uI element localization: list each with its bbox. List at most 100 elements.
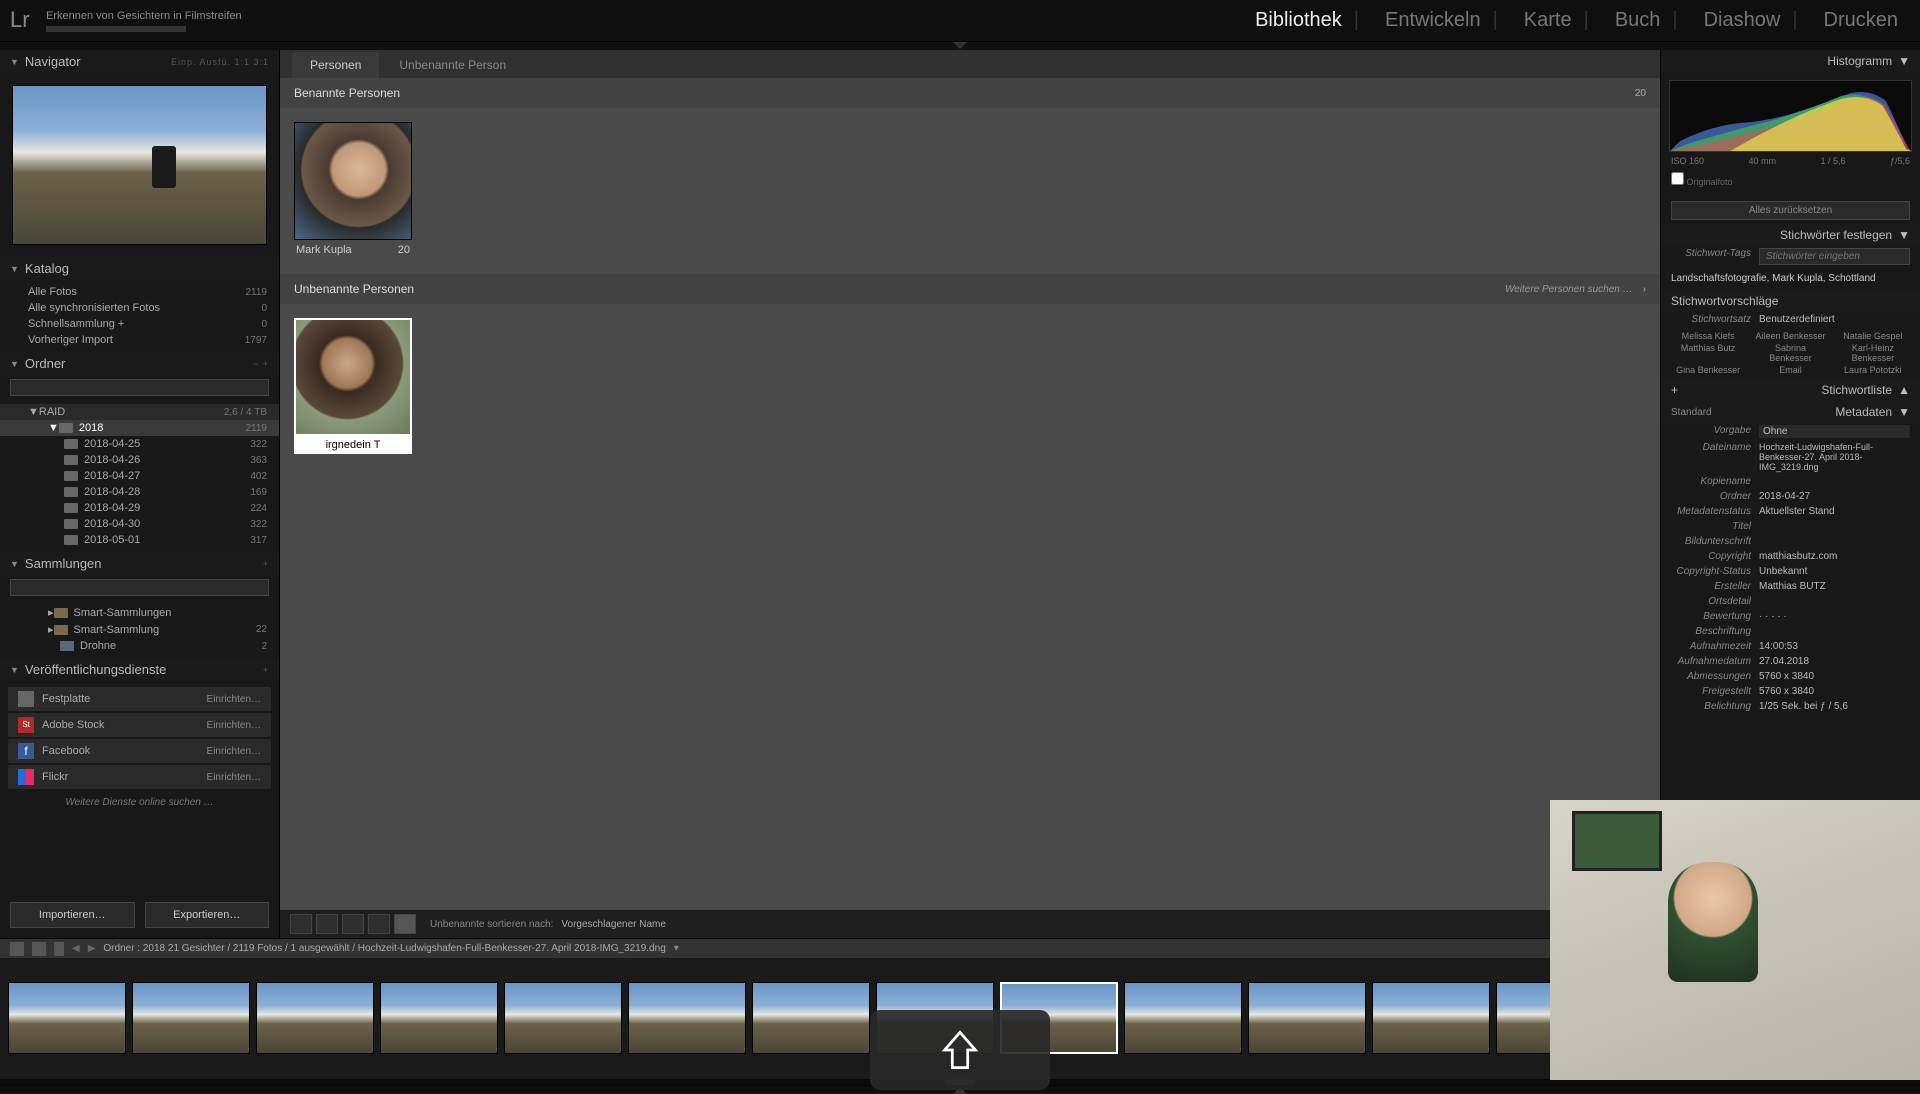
module-library[interactable]: Bibliothek (1243, 5, 1371, 36)
filmstrip-thumb[interactable] (1248, 982, 1366, 1054)
center-area: Personen Unbenannte Person Benannte Pers… (280, 50, 1660, 938)
catalog-prev-import[interactable]: Vorheriger Import1797 (0, 332, 279, 348)
publish-harddrive[interactable]: FestplatteEinrichten… (8, 687, 271, 711)
folder-2018[interactable]: ▼ 20182119 (0, 420, 279, 436)
face-name-input[interactable] (294, 436, 412, 454)
export-button[interactable]: Exportieren… (145, 902, 270, 928)
folder-add-icon[interactable]: − + (253, 359, 269, 369)
filmstrip-thumb[interactable] (628, 982, 746, 1054)
module-map[interactable]: Karte (1512, 5, 1601, 36)
histogram-header[interactable]: Histogramm▼ (1661, 50, 1920, 72)
histogram[interactable] (1669, 80, 1912, 152)
folder-filter[interactable] (0, 375, 279, 400)
main-window-icon[interactable] (10, 942, 24, 956)
disclosure-icon: ▼ (10, 57, 19, 67)
module-develop[interactable]: Entwickeln (1373, 5, 1510, 36)
tab-people[interactable]: Personen (292, 52, 379, 78)
filmstrip-thumb[interactable] (752, 982, 870, 1054)
module-slideshow[interactable]: Diashow (1692, 5, 1810, 36)
face-thumbnail (294, 122, 412, 240)
navigator-header[interactable]: ▼ Navigator Einp. Ausfü. 1:1 3:1 (0, 50, 279, 73)
reset-button[interactable]: Alles zurücksetzen (1671, 201, 1910, 220)
compare-view-icon[interactable] (342, 914, 364, 934)
catalog-all-photos[interactable]: Alle Fotos2119 (0, 284, 279, 300)
publish-adobestock[interactable]: StAdobe StockEinrichten… (8, 713, 271, 737)
folder-item[interactable]: 2018-05-01317 (0, 532, 279, 548)
breadcrumb-text[interactable]: Ordner : 2018 21 Gesichter / 2119 Fotos … (103, 943, 665, 954)
collection-item[interactable]: ▸ Smart-Sammlungen (0, 604, 279, 621)
folder-item[interactable]: 2018-04-25322 (0, 436, 279, 452)
keyword-suggestions[interactable]: Melissa KiefsAileen BenkesserNatalie Ges… (1661, 327, 1920, 379)
metadata-header[interactable]: StandardMetadaten▼ (1661, 401, 1920, 423)
folder-item[interactable]: 2018-04-26363 (0, 452, 279, 468)
named-people-header[interactable]: Benannte Personen 20 (280, 78, 1660, 108)
catalog-header[interactable]: ▼Katalog (0, 257, 279, 280)
people-view-icon[interactable] (394, 914, 416, 934)
grid-icon[interactable] (54, 942, 64, 956)
catalog-quick[interactable]: Schnellsammlung +0 (0, 316, 279, 332)
filmstrip-thumb[interactable] (1372, 982, 1490, 1054)
flickr-icon (18, 769, 34, 785)
metadata-list: VorgabeOhne DateinameHochzeit-Ludwigshaf… (1661, 423, 1920, 714)
folder-filter-input[interactable] (10, 379, 269, 396)
filmstrip-thumb[interactable] (504, 982, 622, 1054)
sort-dropdown[interactable]: Vorgeschlagener Name (561, 919, 666, 930)
keyword-tags[interactable]: Landschaftsfotografie, Mark Kupla, Schot… (1661, 267, 1920, 290)
filmstrip-thumb[interactable] (1124, 982, 1242, 1054)
publish-flickr[interactable]: FlickrEinrichten… (8, 765, 271, 789)
keyword-input[interactable] (1759, 248, 1910, 265)
volume-raid[interactable]: ▼ RAID2,6 / 4 TB (0, 404, 279, 420)
collection-item[interactable]: ▸ Smart-Sammlung22 (0, 621, 279, 638)
folder-item[interactable]: 2018-04-28169 (0, 484, 279, 500)
survey-view-icon[interactable] (368, 914, 390, 934)
tab-unnamed[interactable]: Unbenannte Person (381, 52, 524, 78)
face-card-named[interactable]: Mark Kupla20 (294, 122, 412, 260)
module-book[interactable]: Buch (1603, 5, 1690, 36)
publish-facebook[interactable]: fFacebookEinrichten… (8, 739, 271, 763)
publish-more-link[interactable]: Weitere Dienste online suchen … (0, 791, 279, 814)
folder-item[interactable]: 2018-04-30322 (0, 516, 279, 532)
loupe-view-icon[interactable] (316, 914, 338, 934)
catalog-synced[interactable]: Alle synchronisierten Fotos0 (0, 300, 279, 316)
collection-item[interactable]: Drohne2 (0, 638, 279, 654)
keywording-header[interactable]: Stichwörter festlegen▼ (1661, 224, 1920, 246)
folder-item[interactable]: 2018-04-27402 (0, 468, 279, 484)
wall-picture (1572, 811, 1662, 871)
module-picker: Bibliothek Entwickeln Karte Buch Diashow… (1243, 5, 1910, 36)
unnamed-people-header[interactable]: Unbenannte Personen Weitere Personen suc… (280, 274, 1660, 304)
publish-header[interactable]: ▼Veröffentlichungsdienste+ (0, 658, 279, 681)
module-print[interactable]: Drucken (1812, 5, 1910, 36)
folders-header[interactable]: ▼Ordner − + (0, 352, 279, 375)
face-card-unnamed[interactable] (294, 318, 412, 454)
second-window-icon[interactable] (32, 942, 46, 956)
left-panel: ▼ Navigator Einp. Ausfü. 1:1 3:1 ▼Katalo… (0, 50, 280, 938)
preview-image (12, 85, 267, 245)
facebook-icon: f (18, 743, 34, 759)
import-button[interactable]: Importieren… (10, 902, 135, 928)
title-bar: Lr Erkennen von Gesichtern in Filmstreif… (0, 0, 1920, 42)
people-tabs: Personen Unbenannte Person (280, 50, 1660, 78)
search-more-button[interactable]: › (1643, 284, 1646, 295)
folder-item[interactable]: 2018-04-29224 (0, 500, 279, 516)
filmstrip-thumb[interactable] (380, 982, 498, 1054)
filmstrip-thumb[interactable] (8, 982, 126, 1054)
unnamed-people-grid (280, 304, 1660, 468)
histogram-info: ISO 16040 mm1 / 5,6ƒ/5,6 (1669, 152, 1912, 170)
identity-plate: Erkennen von Gesichtern in Filmstreifen (46, 10, 1243, 32)
grid-toolbar: Unbenannte sortieren nach: Vorgeschlagen… (280, 910, 1660, 938)
keyword-list-header[interactable]: +Stichwortliste▲ (1661, 379, 1920, 401)
filmstrip-thumb[interactable] (256, 982, 374, 1054)
navigator-preview[interactable] (0, 73, 279, 257)
keyword-suggestions-header[interactable]: Stichwortvorschläge (1661, 290, 1920, 312)
collection-filter-input[interactable] (10, 579, 269, 596)
original-checkbox[interactable] (1671, 172, 1684, 185)
adobestock-icon: St (18, 717, 34, 733)
filmstrip-thumb[interactable] (132, 982, 250, 1054)
sort-label: Unbenannte sortieren nach: (430, 919, 553, 930)
navigator-zoom-options[interactable]: Einp. Ausfü. 1:1 3:1 (171, 57, 269, 67)
app-logo: Lr (10, 7, 38, 35)
keypress-overlay (870, 1010, 1050, 1090)
top-collapse-handle[interactable] (0, 42, 1920, 50)
collections-header[interactable]: ▼Sammlungen+ (0, 552, 279, 575)
grid-view-icon[interactable] (290, 914, 312, 934)
